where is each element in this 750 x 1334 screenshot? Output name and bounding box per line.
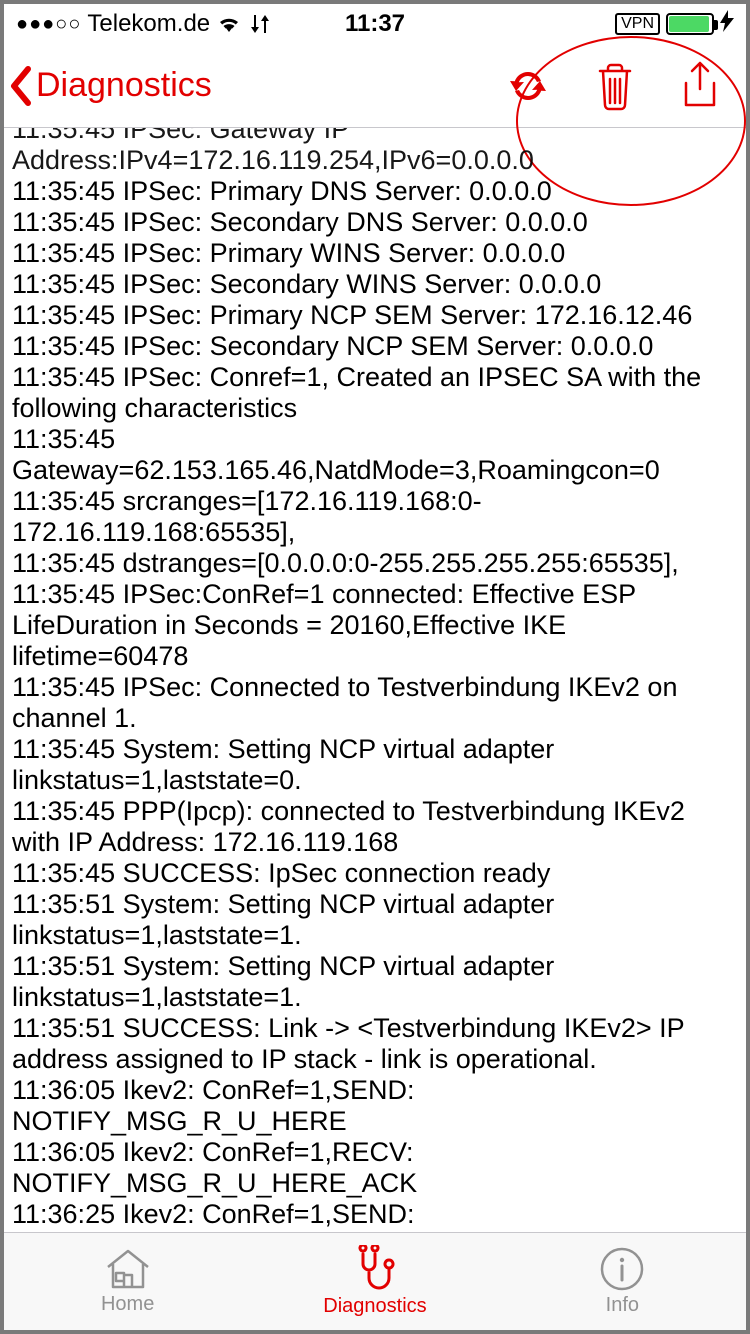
tab-bar: Home Diagnostics Info — [4, 1232, 746, 1330]
network-activity-icon — [248, 13, 272, 35]
log-line: 11:35:45 IPSec: Primary DNS Server: 0.0.… — [12, 176, 738, 207]
tab-diagnostics[interactable]: Diagnostics — [251, 1233, 498, 1330]
vpn-badge: VPN — [615, 13, 660, 35]
stethoscope-icon — [351, 1245, 399, 1293]
refresh-button[interactable] — [506, 64, 550, 108]
log-line: 11:35:45 Gateway=62.153.165.46,NatdMode=… — [12, 424, 738, 486]
log-line: 11:35:45 srcranges=[172.16.119.168:0-172… — [12, 486, 738, 548]
wifi-icon — [216, 14, 242, 34]
chevron-left-icon — [8, 65, 34, 107]
log-view[interactable]: 11:35:45 IPSec: Gateway IP Address:IPv4=… — [4, 128, 746, 1232]
log-line: 11:35:45 IPSec: Primary WINS Server: 0.0… — [12, 238, 738, 269]
home-icon — [104, 1247, 152, 1291]
log-line: 11:35:45 System: Setting NCP virtual ada… — [12, 734, 738, 796]
app-screen: ●●●○○ Telekom.de 11:37 VPN Diagnostics — [0, 0, 750, 1334]
info-icon — [599, 1246, 645, 1292]
share-button[interactable] — [680, 61, 720, 111]
status-bar-right: VPN — [615, 10, 734, 38]
log-line: 11:36:05 Ikev2: ConRef=1,SEND: NOTIFY_MS… — [12, 1075, 738, 1137]
status-bar-left: ●●●○○ Telekom.de — [16, 10, 272, 38]
log-line: 11:35:45 PPP(Ipcp): connected to Testver… — [12, 796, 738, 858]
log-line: 11:35:45 IPSec: Conref=1, Created an IPS… — [12, 362, 738, 424]
tab-info[interactable]: Info — [499, 1233, 746, 1330]
tab-info-label: Info — [606, 1294, 639, 1317]
log-line: 11:35:51 System: Setting NCP virtual ada… — [12, 889, 738, 951]
back-button[interactable]: Diagnostics — [8, 65, 212, 107]
log-line: 11:35:45 IPSec: Secondary DNS Server: 0.… — [12, 207, 738, 238]
log-line: 11:35:45 SUCCESS: IpSec connection ready — [12, 858, 738, 889]
log-line: 11:35:45 IPSec: Secondary NCP SEM Server… — [12, 331, 738, 362]
log-line: 11:35:45 IPSec: Gateway IP Address:IPv4=… — [12, 128, 738, 176]
tab-home-label: Home — [101, 1293, 154, 1316]
log-line: 11:35:45 IPSec:ConRef=1 connected: Effec… — [12, 579, 738, 672]
battery-icon — [666, 13, 714, 35]
log-line: 11:36:25 Ikev2: ConRef=1,SEND: NOTIFY_MS… — [12, 1199, 738, 1232]
status-bar: ●●●○○ Telekom.de 11:37 VPN — [4, 4, 746, 44]
signal-dots-icon: ●●●○○ — [16, 13, 81, 36]
nav-bar: Diagnostics — [4, 44, 746, 128]
log-line: 11:35:45 IPSec: Secondary WINS Server: 0… — [12, 269, 738, 300]
nav-actions — [506, 61, 720, 111]
trash-button[interactable] — [594, 61, 636, 111]
log-line: 11:35:51 System: Setting NCP virtual ada… — [12, 951, 738, 1013]
back-label: Diagnostics — [36, 66, 212, 105]
log-line: 11:35:45 IPSec: Primary NCP SEM Server: … — [12, 300, 738, 331]
log-line: 11:35:45 IPSec: Connected to Testverbind… — [12, 672, 738, 734]
carrier-label: Telekom.de — [87, 10, 210, 38]
log-line: 11:35:45 dstranges=[0.0.0.0:0-255.255.25… — [12, 548, 738, 579]
charging-icon — [720, 10, 734, 38]
log-line: 11:36:05 Ikev2: ConRef=1,RECV: NOTIFY_MS… — [12, 1137, 738, 1199]
tab-home[interactable]: Home — [4, 1233, 251, 1330]
log-line: 11:35:51 SUCCESS: Link -> <Testverbindun… — [12, 1013, 738, 1075]
tab-diagnostics-label: Diagnostics — [323, 1295, 426, 1318]
